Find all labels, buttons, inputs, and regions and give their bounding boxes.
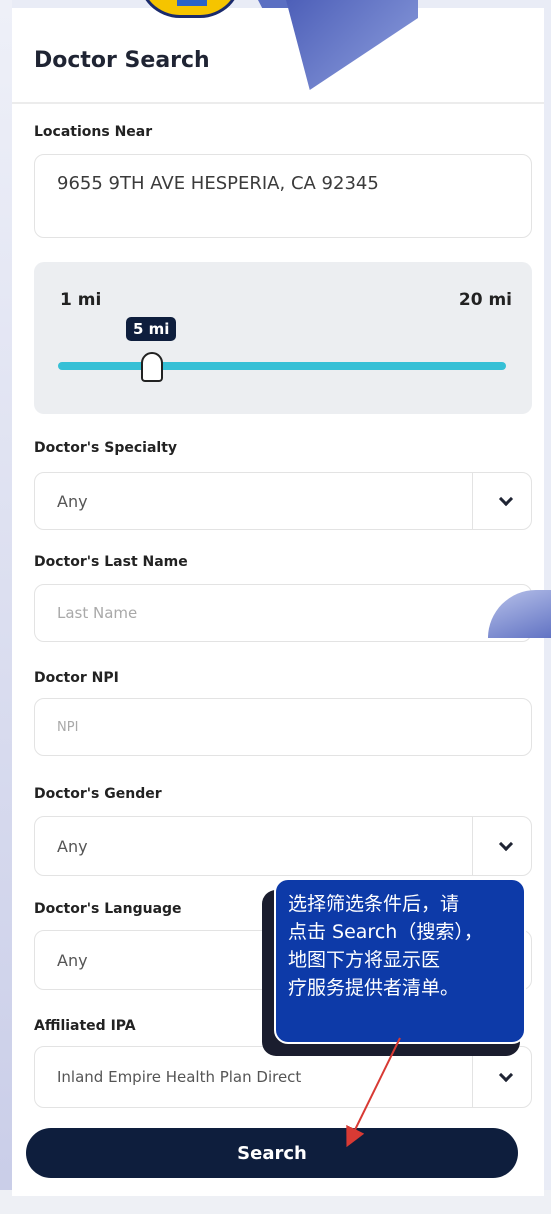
distance-slider-panel: 1 mi 20 mi 5 mi [34, 262, 532, 414]
npi-input[interactable]: NPI [34, 698, 532, 756]
select-divider [472, 1047, 473, 1107]
npi-label: Doctor NPI [34, 670, 119, 686]
callout-line: 选择筛选条件后，请 [288, 893, 460, 915]
specialty-label: Doctor's Specialty [34, 440, 178, 456]
gender-value: Any [57, 836, 88, 856]
callout-line: 疗服务提供者清单。 [288, 977, 460, 999]
location-label: Locations Near [34, 124, 153, 140]
select-divider [472, 473, 473, 529]
chevron-down-icon [498, 1067, 514, 1083]
location-input[interactable]: 9655 9TH AVE HESPERIA, CA 92345 [34, 154, 532, 238]
panel-header: Doctor Search [12, 8, 544, 104]
ipa-label: Affiliated IPA [34, 1018, 136, 1034]
language-value: Any [57, 950, 88, 970]
last-name-placeholder: Last Name [57, 604, 138, 622]
search-button[interactable]: Search [26, 1128, 518, 1178]
specialty-value: Any [57, 491, 88, 511]
slider-max-label: 20 mi [458, 290, 512, 310]
last-name-label: Doctor's Last Name [34, 554, 188, 570]
gender-select[interactable]: Any [34, 816, 532, 876]
slider-value-badge: 5 mi [126, 317, 177, 341]
callout-line: 地图下方将显示医 [288, 949, 441, 971]
specialty-select[interactable]: Any [34, 472, 532, 530]
last-name-input[interactable]: Last Name [34, 584, 532, 642]
npi-placeholder: NPI [57, 719, 79, 735]
language-label: Doctor's Language [34, 901, 182, 917]
gender-label: Doctor's Gender [34, 786, 162, 802]
select-divider [472, 817, 473, 875]
slider-min-label: 1 mi [60, 290, 102, 310]
ipa-value: Inland Empire Health Plan Direct [57, 1068, 302, 1086]
chevron-down-icon [498, 491, 514, 507]
distance-slider-track[interactable] [58, 362, 506, 370]
background-left-edge [0, 0, 12, 1214]
location-value: 9655 9TH AVE HESPERIA, CA 92345 [57, 173, 379, 194]
page-title: Doctor Search [34, 48, 210, 73]
callout-line: 点击 Search（搜索）， [288, 921, 483, 943]
instruction-callout: 选择筛选条件后，请 点击 Search（搜索）， 地图下方将显示医 疗服务提供者… [274, 878, 526, 1044]
distance-slider-thumb[interactable] [141, 352, 163, 382]
chevron-down-icon [498, 836, 514, 852]
